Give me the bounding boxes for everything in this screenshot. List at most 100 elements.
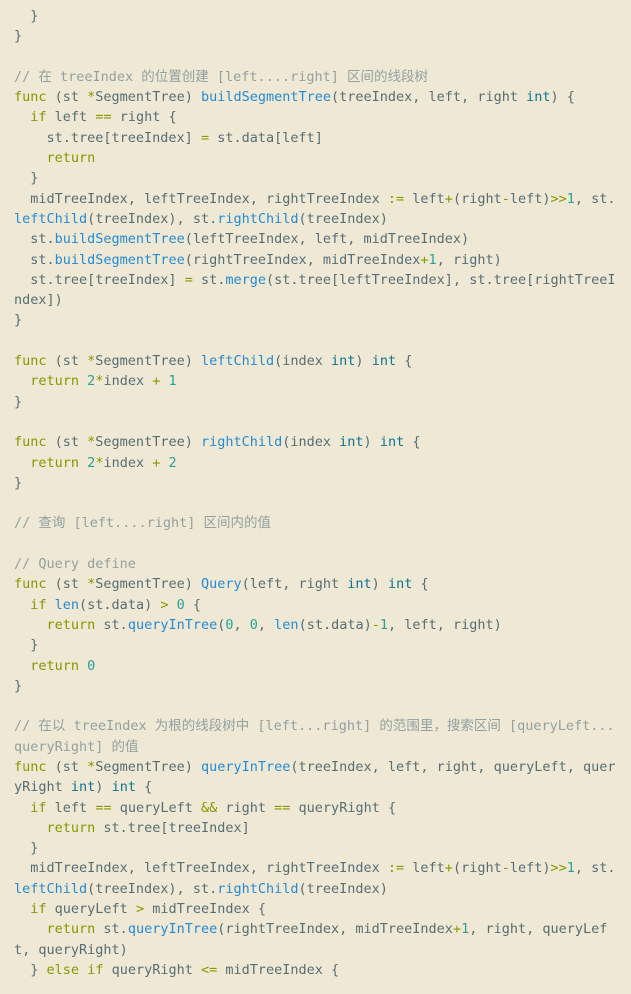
expr: midTreeIndex { (144, 901, 266, 917)
num: 1 (567, 860, 575, 876)
num: 0 (177, 597, 185, 613)
op-assign: = (201, 130, 209, 146)
op-minus: - (372, 617, 380, 633)
sig: ) (355, 353, 371, 369)
num: 1 (461, 921, 469, 937)
type-int: int (380, 434, 404, 450)
expr: midTreeIndex, leftTreeIndex, rightTreeIn… (14, 191, 388, 207)
kw-func: func (14, 89, 47, 105)
expr: st.data[left] (209, 130, 323, 146)
sp (168, 597, 176, 613)
call: queryInTree (128, 617, 217, 633)
expr: (rightTreeIndex, midTreeIndex (217, 921, 453, 937)
expr: queryRight { (290, 800, 396, 816)
expr: left) (510, 191, 551, 207)
expr: left (404, 860, 445, 876)
type-int: int (339, 434, 363, 450)
recv: (st (47, 759, 88, 775)
num: 2 (160, 455, 176, 471)
func-name: buildSegmentTree (201, 89, 331, 105)
type: SegmentTree) (95, 759, 201, 775)
expr: (st.data) (79, 597, 160, 613)
recv: (st (47, 434, 88, 450)
expr: st. (14, 252, 55, 268)
expr: st.tree[treeIndex] (95, 820, 249, 836)
comment: // 在以 treeIndex 为根的线段树中 [left...right] 的… (14, 718, 615, 754)
sig: { (136, 779, 152, 795)
expr: right (217, 800, 274, 816)
sig: (treeIndex, left, right (331, 89, 526, 105)
call: buildSegmentTree (55, 252, 185, 268)
type-int: int (331, 353, 355, 369)
expr: left (47, 800, 96, 816)
expr: { (185, 597, 201, 613)
kw-func: func (14, 434, 47, 450)
type-int: int (526, 89, 550, 105)
call-len: len (55, 597, 79, 613)
type: SegmentTree) (95, 353, 201, 369)
func-name: rightChild (201, 434, 282, 450)
kw-return: return (14, 617, 95, 633)
call-len: len (274, 617, 298, 633)
expr: (treeIndex), st. (87, 211, 217, 227)
code-block: } } // 在 treeIndex 的位置创建 [left....right]… (0, 0, 631, 994)
brace: } (14, 475, 22, 491)
type: SegmentTree) (95, 89, 201, 105)
expr: queryLeft (112, 800, 201, 816)
func-name: queryInTree (201, 759, 290, 775)
expr: queryLeft (47, 901, 136, 917)
expr: , (258, 617, 274, 633)
expr: st. (95, 921, 128, 937)
sig: (left, right (242, 576, 348, 592)
expr: st. (193, 272, 226, 288)
brace: } (14, 312, 22, 328)
op-eq: == (95, 800, 111, 816)
type: SegmentTree) (95, 434, 201, 450)
num: 1 (380, 617, 388, 633)
op-shift: >> (551, 191, 567, 207)
brace: } (14, 170, 38, 186)
num: 0 (87, 658, 95, 674)
expr: st. (95, 617, 128, 633)
expr: (leftTreeIndex, left, midTreeIndex) (185, 231, 469, 247)
expr: (right (453, 191, 502, 207)
expr: index (103, 373, 152, 389)
type-int: int (112, 779, 136, 795)
op-plus: + (445, 860, 453, 876)
brace: } (14, 840, 38, 856)
call: rightChild (217, 881, 298, 897)
op-plus: + (420, 252, 428, 268)
sig: ) (364, 434, 380, 450)
op-decl: := (388, 860, 404, 876)
op-plus: + (453, 921, 461, 937)
expr: (rightTreeIndex, midTreeIndex (185, 252, 421, 268)
brace: } (14, 28, 22, 44)
brace: } (14, 678, 22, 694)
call: leftChild (14, 881, 87, 897)
expr: (right (453, 860, 502, 876)
kw-return: return (14, 455, 87, 471)
type-int: int (347, 576, 371, 592)
kw-func: func (14, 576, 47, 592)
op-eq: == (274, 800, 290, 816)
op-shift: >> (551, 860, 567, 876)
sig: (index (274, 353, 331, 369)
expr: (treeIndex), st. (87, 881, 217, 897)
type-int: int (388, 576, 412, 592)
expr: , (234, 617, 250, 633)
op-assign: = (185, 272, 193, 288)
brace: } (14, 8, 38, 24)
kw-return: return (14, 150, 95, 166)
num: 0 (250, 617, 258, 633)
op-minus: - (502, 860, 510, 876)
expr: st.tree[treeIndex] (14, 130, 201, 146)
kw-return: return (14, 658, 87, 674)
kw-return: return (14, 373, 87, 389)
kw-func: func (14, 353, 47, 369)
expr: left) (510, 860, 551, 876)
brace: } (14, 394, 22, 410)
expr: st. (14, 231, 55, 247)
expr: left (47, 109, 96, 125)
op-gt: > (136, 901, 144, 917)
num: 1 (429, 252, 437, 268)
